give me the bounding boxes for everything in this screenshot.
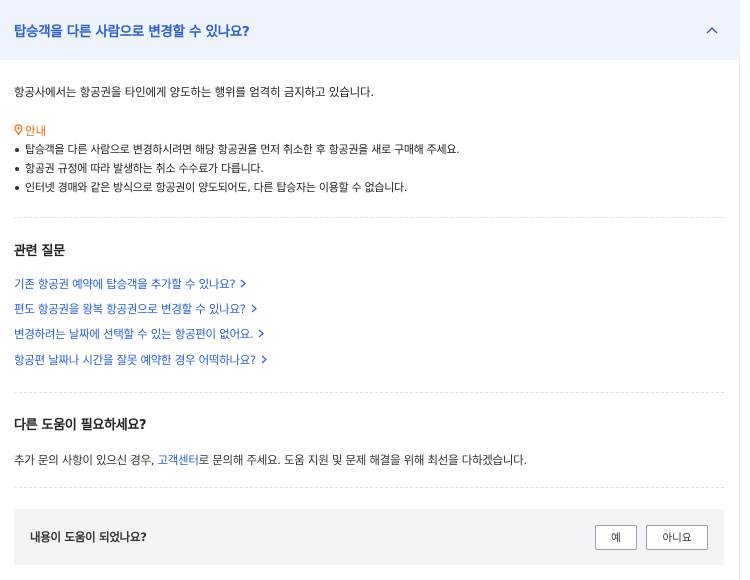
- notice-item: 인터넷 경매와 같은 방식으로 항공권이 양도되어도, 다른 탑승자는 이용할 …: [14, 178, 459, 197]
- notice-heading: 안내: [14, 123, 46, 139]
- feedback-buttons: 예 아니요: [595, 524, 708, 550]
- related-question-label: 변경하려는 날짜에 선택할 수 있는 항공편이 없어요.: [14, 327, 254, 341]
- more-help-title: 다른 도움이 필요하세요?: [14, 418, 147, 433]
- feedback-question: 내용이 도움이 되었나요?: [30, 530, 147, 544]
- help-text-after: 로 문의해 주세요. 도움 지원 및 문제 해결을 위해 최선을 다하겠습니다.: [198, 453, 527, 467]
- feedback-box: 내용이 도움이 되었나요? 예 아니요: [14, 509, 724, 565]
- related-question-link[interactable]: 편도 항공권을 왕복 항공권으로 변경할 수 있나요?: [14, 301, 257, 317]
- related-question-label: 편도 항공권을 왕복 항공권으로 변경할 수 있나요?: [14, 302, 246, 316]
- related-question-link[interactable]: 항공편 날짜나 시간을 잘못 예약한 경우 어떡하나요?: [14, 352, 267, 368]
- notice-item: 탑승객을 다른 사람으로 변경하시려면 해당 항공권을 먼저 취소한 후 항공권…: [14, 140, 460, 159]
- feedback-no-button[interactable]: 아니요: [646, 524, 708, 550]
- customer-center-link[interactable]: 고객센터: [158, 453, 199, 467]
- chevron-right-icon: [258, 327, 265, 341]
- section-divider: [14, 487, 724, 488]
- related-question-label: 기존 항공권 예약에 탑승객을 추가할 수 있나요?: [14, 277, 236, 291]
- related-question-link[interactable]: 기존 항공권 예약에 탑승객을 추가할 수 있나요?: [14, 276, 247, 292]
- related-question-link[interactable]: 변경하려는 날짜에 선택할 수 있는 항공편이 없어요.: [14, 326, 265, 342]
- section-divider: [14, 392, 724, 393]
- notice-list: 탑승객을 다른 사람으로 변경하시려면 해당 항공권을 먼저 취소한 후 항공권…: [14, 140, 460, 197]
- help-text-before: 추가 문의 사항이 있으신 경우,: [14, 453, 158, 467]
- notice-label: 안내: [25, 124, 47, 138]
- location-pin-icon: [14, 124, 23, 138]
- chevron-right-icon: [261, 353, 267, 367]
- related-question-label: 항공편 날짜나 시간을 잘못 예약한 경우 어떡하나요?: [14, 353, 256, 367]
- faq-panel: 탑승객을 다른 사람으로 변경할 수 있나요? 항공사에서는 항공권을 타인에게…: [0, 0, 740, 580]
- chevron-right-icon: [251, 302, 257, 316]
- more-help-text: 추가 문의 사항이 있으신 경우, 고객센터로 문의해 주세요. 도움 지원 및…: [14, 452, 527, 468]
- section-divider: [14, 217, 724, 218]
- notice-item: 항공권 규정에 따라 발생하는 취소 수수료가 다릅니다.: [14, 159, 459, 178]
- answer-intro: 항공사에서는 항공권을 타인에게 양도하는 행위를 엄격히 금지하고 있습니다.: [14, 85, 374, 99]
- faq-question-header[interactable]: 탑승객을 다른 사람으로 변경할 수 있나요?: [0, 0, 740, 60]
- faq-question-title: 탑승객을 다른 사람으로 변경할 수 있나요?: [14, 24, 250, 40]
- chevron-up-icon[interactable]: [704, 22, 720, 38]
- feedback-yes-button[interactable]: 예: [595, 524, 637, 550]
- related-questions-title: 관련 질문: [14, 244, 65, 259]
- chevron-right-icon: [240, 277, 247, 291]
